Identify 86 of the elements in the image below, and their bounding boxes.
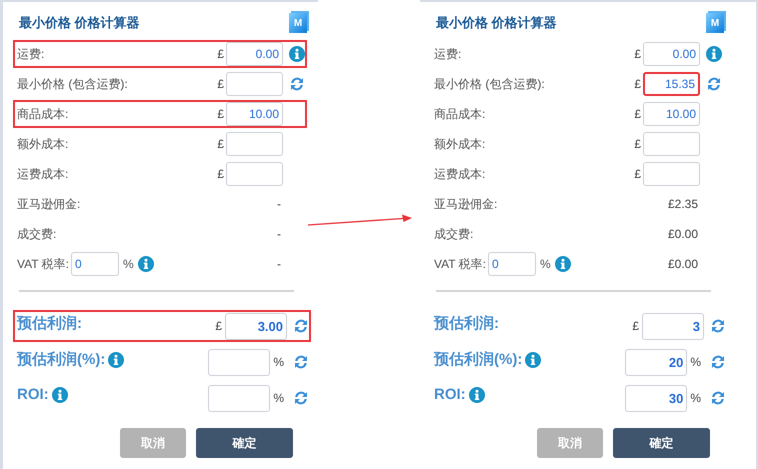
panel-title: 最小价格 价格计算器	[435, 14, 557, 32]
value-text: -	[276, 197, 282, 211]
currency-symbol: £	[634, 47, 641, 61]
field-label: VAT 税率:	[434, 256, 486, 272]
field-label: VAT 税率:	[17, 256, 70, 272]
value-text: £0.00	[666, 227, 699, 241]
input-field[interactable]: 10.00	[643, 102, 700, 126]
input-field[interactable]: 15.35	[643, 72, 700, 96]
value-text: -	[276, 227, 282, 241]
currency-symbol: £	[634, 137, 641, 151]
result-label: 预估利润(%):	[17, 350, 106, 369]
value-text: -	[276, 257, 282, 271]
refresh-icon[interactable]	[293, 390, 309, 406]
input-field[interactable]	[226, 162, 283, 186]
currency-symbol: £	[632, 319, 639, 333]
currency-symbol: £	[634, 107, 641, 121]
percent-symbol: %	[273, 355, 284, 369]
percent-symbol: %	[273, 391, 284, 405]
currency-symbol: £	[634, 167, 641, 181]
input-field[interactable]: 30	[625, 384, 688, 412]
refresh-icon[interactable]	[710, 390, 726, 406]
currency-symbol: £	[215, 319, 222, 333]
input-field[interactable]: 0	[71, 252, 120, 276]
refresh-icon[interactable]	[710, 354, 726, 370]
info-icon[interactable]	[468, 386, 485, 402]
field-label: 运费:	[17, 46, 46, 62]
currency-symbol: £	[217, 167, 224, 181]
input-field[interactable]: 10.00	[226, 102, 283, 126]
value-text: £0.00	[666, 257, 699, 271]
refresh-icon[interactable]	[710, 318, 726, 334]
currency-symbol: £	[634, 77, 641, 91]
input-field[interactable]	[208, 348, 270, 376]
input-field[interactable]: 3	[642, 312, 704, 340]
info-icon[interactable]	[554, 256, 571, 272]
refresh-icon[interactable]	[293, 354, 309, 370]
currency-symbol: £	[217, 107, 224, 121]
percent-symbol: %	[123, 257, 134, 271]
info-icon[interactable]	[138, 256, 154, 272]
field-label: 最小价格 (包含运费):	[434, 76, 546, 92]
refresh-icon[interactable]	[289, 76, 305, 92]
percent-symbol: %	[690, 355, 701, 369]
input-field[interactable]	[226, 72, 283, 96]
field-label: 运费成本:	[434, 166, 486, 182]
result-label: ROI:	[434, 386, 466, 403]
field-label: 成交费:	[434, 226, 474, 242]
info-icon[interactable]	[52, 386, 68, 402]
currency-symbol: £	[217, 47, 224, 61]
value-text: £2.35	[666, 197, 699, 211]
input-field[interactable]: 3.00	[225, 312, 287, 340]
field-label: 运费成本:	[17, 166, 70, 182]
panel-title: 最小价格 价格计算器	[18, 14, 140, 32]
refresh-icon[interactable]	[706, 76, 722, 92]
field-label: 亚马逊佣金:	[17, 196, 82, 212]
logo-icon: M	[289, 13, 307, 33]
info-icon[interactable]	[108, 352, 124, 368]
field-label: 亚马逊佣金:	[434, 196, 498, 212]
field-label: 商品成本:	[17, 106, 70, 122]
currency-symbol: £	[217, 77, 224, 91]
input-field[interactable]: 0.00	[643, 42, 700, 66]
refresh-icon[interactable]	[293, 318, 309, 334]
info-icon[interactable]	[706, 46, 722, 62]
percent-symbol: %	[540, 257, 551, 271]
field-label: 运费:	[434, 46, 462, 62]
input-field[interactable]	[643, 132, 700, 156]
input-field[interactable]: 0	[488, 252, 536, 276]
percent-symbol: %	[690, 391, 701, 405]
input-field[interactable]: 0.00	[226, 42, 283, 66]
info-icon[interactable]	[289, 46, 305, 62]
input-field[interactable]	[643, 162, 700, 186]
result-label: 预估利润:	[434, 314, 499, 333]
field-label: 最小价格 (包含运费):	[17, 76, 129, 92]
result-label: 预估利润:	[17, 314, 82, 333]
field-label: 成交费:	[17, 226, 58, 242]
input-field[interactable]	[226, 132, 283, 156]
field-label: 额外成本:	[17, 136, 70, 152]
input-field[interactable]	[208, 384, 270, 412]
confirm-button[interactable]: 確定	[196, 428, 293, 458]
input-field[interactable]: 20	[625, 348, 688, 376]
info-icon[interactable]	[525, 352, 542, 368]
field-label: 额外成本:	[434, 136, 486, 152]
logo-icon: M	[706, 13, 724, 33]
confirm-button[interactable]: 確定	[613, 428, 710, 458]
currency-symbol: £	[217, 137, 224, 151]
result-label: ROI:	[17, 386, 49, 403]
field-label: 商品成本:	[434, 106, 486, 122]
result-label: 预估利润(%):	[434, 350, 522, 369]
